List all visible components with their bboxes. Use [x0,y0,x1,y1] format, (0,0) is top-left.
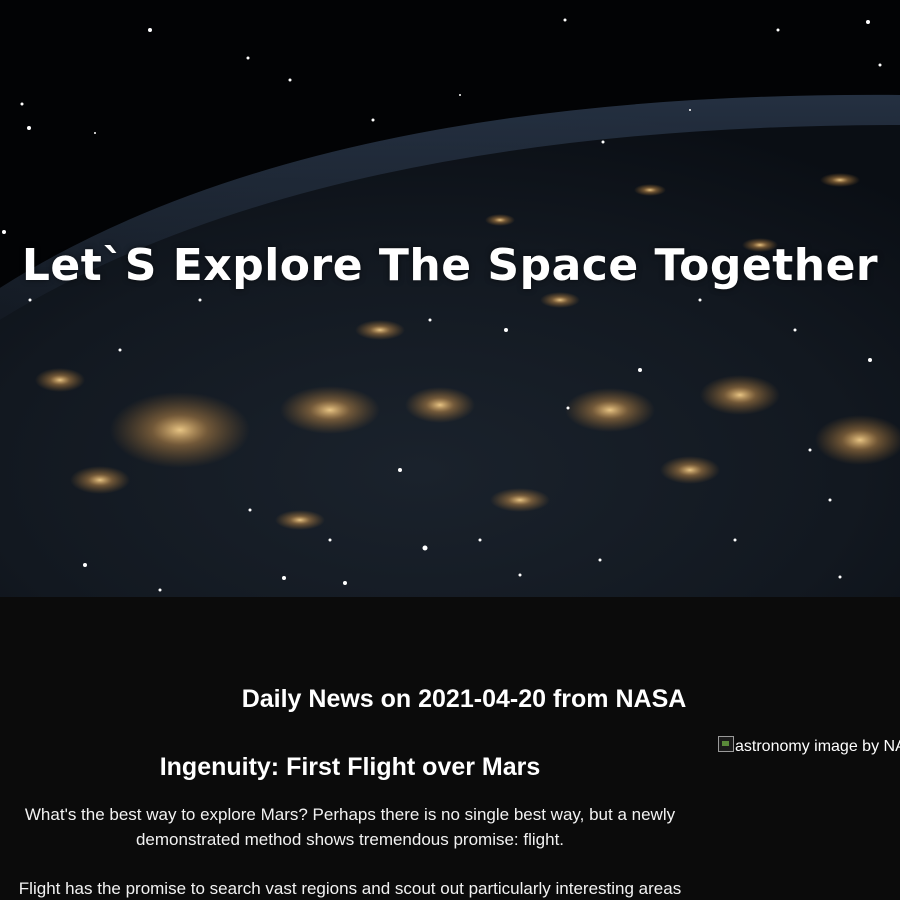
news-heading: Daily News on 2021-04-20 from NASA [241,685,687,713]
astronomy-image: astronomy image by NASA [718,736,900,756]
news-article: Ingenuity: First Flight over Mars What's… [0,753,709,900]
article-title: Ingenuity: First Flight over Mars [159,753,541,781]
article-paragraph: Flight has the promise to search vast re… [18,879,682,898]
article-paragraph: What's the best way to explore Mars? Per… [24,805,676,849]
hero-banner: Let`S Explore The Space Together [0,0,900,597]
earth-at-night-image [0,0,900,597]
broken-image-icon [718,736,734,752]
hero-title: Let`S Explore The Space Together [21,240,879,291]
daily-news-section: Daily News on 2021-04-20 from NASA Ingen… [0,597,900,900]
astronomy-image-alt: astronomy image by NASA [735,738,900,755]
